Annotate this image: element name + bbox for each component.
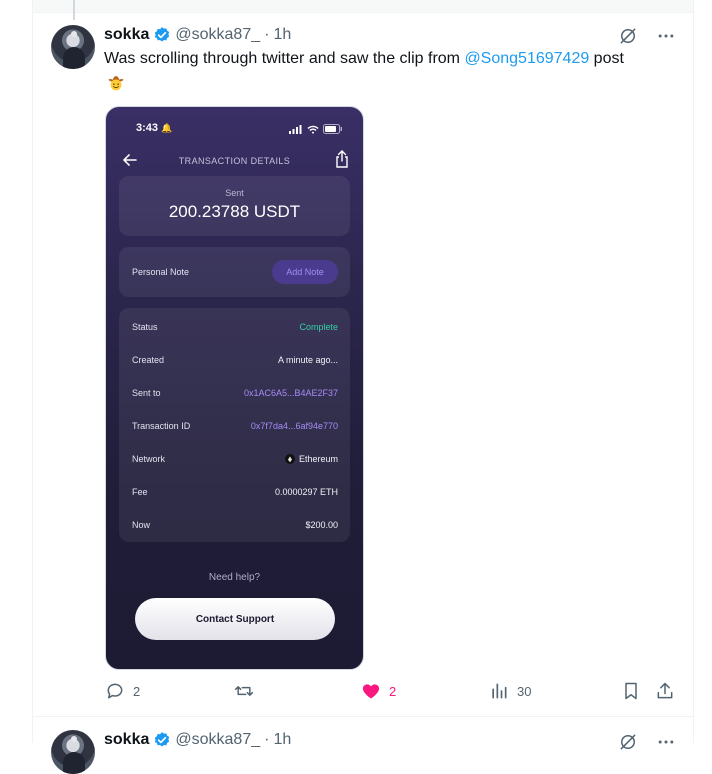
transaction-id-value: 0x7f7da4...6af94e770 <box>250 421 338 431</box>
share-upload-icon <box>657 682 673 699</box>
heart-filled-icon <box>362 684 380 699</box>
repost-button[interactable] <box>233 681 263 701</box>
detail-key: Network <box>132 454 166 464</box>
author-handle[interactable]: @sokka87_ <box>175 26 260 44</box>
timeline: sokka @sokka87_ · 1h Was scrolling throu… <box>32 0 694 774</box>
verified-badge-icon <box>155 27 170 42</box>
separator-dot: · <box>264 731 270 748</box>
avatar-highlight <box>71 736 77 742</box>
detail-row-sent-to: Sent to 0x1AC6A5...B4AE2F37 <box>132 384 338 402</box>
avatar-figure <box>63 47 85 69</box>
mention-link[interactable]: @Song51697429 <box>464 50 589 67</box>
phone-screen-title: TRANSACTION DETAILS <box>178 156 291 166</box>
add-note-button[interactable]: Add Note <box>272 260 338 284</box>
detail-row-fee: Fee 0.0000297 ETH <box>132 483 338 501</box>
author-name[interactable]: sokka <box>104 26 149 44</box>
tweet-header: sokka @sokka87_ · 1h <box>104 24 291 46</box>
tweet-divider <box>33 716 693 717</box>
detail-row-now: Now $200.00 <box>132 516 338 534</box>
next-tweet-header-actions <box>617 731 677 753</box>
sent-amount: 200.23788 USDT <box>168 202 301 221</box>
cowboy-hat-face-emoji-icon <box>108 76 124 91</box>
sent-amount-card: Sent 200.23788 USDT <box>119 176 350 236</box>
bookmark-icon <box>625 682 637 700</box>
views-count: 30 <box>517 683 532 699</box>
wifi-icon <box>307 125 319 134</box>
network-value: Ethereum <box>298 453 338 464</box>
separator-dot: · <box>264 26 270 43</box>
sent-label: Sent <box>225 188 244 198</box>
personal-note-label: Personal Note <box>132 267 190 277</box>
next-author-name[interactable]: sokka <box>104 731 149 749</box>
detail-key: Status <box>132 322 158 332</box>
like-button[interactable]: 2 <box>361 681 396 701</box>
next-tweet-header: sokka @sokka87_ · 1h <box>104 729 291 751</box>
contact-support-button: Contact Support <box>135 598 335 640</box>
status-time-text: 3:43 <box>136 122 159 134</box>
tweet-action-bar: 2 2 30 <box>105 681 677 705</box>
detail-key: Fee <box>132 487 148 497</box>
created-value: A minute ago... <box>277 355 338 365</box>
status-value: Complete <box>299 322 338 332</box>
detail-key: Sent to <box>132 388 161 398</box>
share-icon[interactable] <box>335 150 349 168</box>
detail-key: Created <box>132 355 165 365</box>
phone-status-time: 3:43 🔔 <box>136 122 172 134</box>
reply-button[interactable]: 2 <box>105 681 140 701</box>
avatar-highlight <box>71 31 77 37</box>
signal-icon <box>289 124 302 134</box>
tweet-timestamp[interactable]: 1h <box>273 26 291 44</box>
views-chart-icon <box>492 683 507 699</box>
tweet-media-image[interactable]: 3:43 🔔 TRANSACTION DETAILS Sent 200.2378… <box>105 106 364 670</box>
bell-icon: 🔔 <box>161 123 173 133</box>
tweet-header-actions <box>617 25 677 47</box>
reply-icon <box>107 683 123 699</box>
detail-row-status: Status Complete <box>132 318 338 336</box>
detail-key: Transaction ID <box>132 421 191 431</box>
network-value-wrap: Ethereum <box>284 453 338 465</box>
phone-status-icons <box>289 124 343 134</box>
detail-row-transaction-id: Transaction ID 0x7f7da4...6af94e770 <box>132 417 338 435</box>
thread-connector-line <box>73 0 75 20</box>
transaction-details-card: Status Complete Created A minute ago... … <box>119 308 350 542</box>
battery-icon <box>323 124 342 134</box>
repost-icon <box>234 686 254 696</box>
personal-note-card: Personal Note Add Note <box>119 247 350 297</box>
next-author-handle[interactable]: @sokka87_ <box>175 731 260 749</box>
detail-row-created: Created A minute ago... <box>132 351 338 369</box>
tweet-text-end: post <box>589 50 624 67</box>
bookmark-button[interactable] <box>621 681 641 701</box>
detail-row-network: Network Ethereum <box>132 450 338 468</box>
fee-value: 0.0000297 ETH <box>274 487 338 497</box>
tweet-text-start: Was scrolling through twitter and saw th… <box>104 50 465 67</box>
need-help-text: Need help? <box>208 572 261 583</box>
like-count: 2 <box>389 683 397 699</box>
grok-icon[interactable] <box>617 25 639 47</box>
grok-icon[interactable] <box>617 731 639 753</box>
reply-count: 2 <box>133 683 141 699</box>
avatar-figure <box>63 752 85 774</box>
share-button[interactable] <box>655 681 675 701</box>
now-value: $200.00 <box>305 520 338 530</box>
views-button[interactable]: 30 <box>489 681 531 701</box>
more-options-icon[interactable] <box>655 731 677 753</box>
phone-nav-bar: TRANSACTION DETAILS <box>106 147 363 175</box>
more-options-icon[interactable] <box>655 25 677 47</box>
previous-tweet-edge <box>33 0 693 13</box>
ethereum-icon <box>284 454 295 465</box>
verified-badge-icon <box>155 732 170 747</box>
tweet-text: Was scrolling through twitter and saw th… <box>104 48 684 70</box>
next-tweet-timestamp[interactable]: 1h <box>273 731 291 749</box>
detail-key: Now <box>132 520 151 530</box>
author-avatar[interactable] <box>51 25 95 69</box>
recipient-address: 0x1AC6A5...B4AE2F37 <box>243 388 338 398</box>
next-author-avatar[interactable] <box>51 730 95 774</box>
